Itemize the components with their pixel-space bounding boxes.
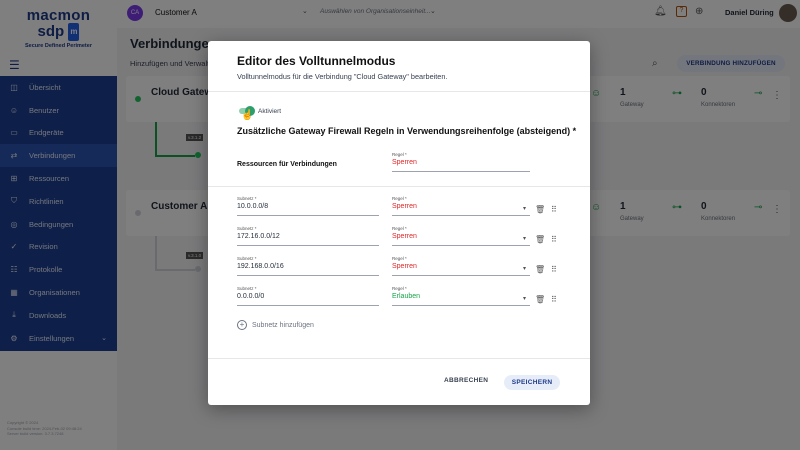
field-label: Regel *	[392, 286, 407, 291]
dialog-title: Editor des Volltunnelmodus	[237, 54, 396, 68]
field-label: Regel *	[392, 196, 407, 201]
save-button[interactable]: SPEICHERN	[504, 375, 560, 390]
rule-select[interactable]: Regel * Sperren ▾	[392, 256, 530, 276]
field-underline	[237, 245, 379, 246]
rule-select[interactable]: Regel * Erlauben ▾	[392, 286, 530, 306]
field-label: Regel *	[392, 226, 407, 231]
drag-handle-icon[interactable]: ⠿	[551, 205, 557, 214]
dropdown-arrow-icon[interactable]: ▾	[523, 205, 526, 212]
field-value: 0.0.0.0/0	[237, 293, 265, 300]
field-underline	[392, 275, 530, 276]
field-underline	[392, 305, 530, 306]
full-tunnel-editor-dialog: Editor des Volltunnelmodus Volltunnelmod…	[208, 41, 590, 405]
field-label: Regel *	[392, 152, 407, 157]
field-underline	[237, 215, 379, 216]
dropdown-arrow-icon[interactable]: ▾	[523, 265, 526, 272]
mouse-cursor-icon: ☝	[241, 110, 254, 121]
field-underline	[237, 305, 379, 306]
field-value: 10.0.0.0/8	[237, 203, 269, 210]
field-underline	[392, 171, 530, 172]
drag-handle-icon[interactable]: ⠿	[551, 295, 557, 304]
resources-rule-select[interactable]: Regel * Sperren	[392, 152, 530, 172]
field-value: Sperren	[392, 263, 417, 270]
field-value: Sperren	[392, 233, 417, 240]
toggle-label: Aktiviert	[258, 108, 282, 115]
subnet-input[interactable]: Subnetz * 172.16.0.0/12	[237, 226, 379, 246]
subnet-input[interactable]: Subnetz * 10.0.0.0/8	[237, 196, 379, 216]
rule-select[interactable]: Regel * Sperren ▾	[392, 196, 530, 216]
divider	[208, 91, 590, 92]
drag-handle-icon[interactable]: ⠿	[551, 235, 557, 244]
field-underline	[392, 245, 530, 246]
cancel-button[interactable]: ABBRECHEN	[444, 377, 488, 384]
trash-icon[interactable]: 🗑︎	[535, 205, 545, 214]
field-label: Subnetz *	[237, 256, 257, 261]
add-subnet-label: Subnetz hinzufügen	[252, 321, 314, 329]
subnet-input[interactable]: Subnetz * 0.0.0.0/0	[237, 286, 379, 306]
rule-select[interactable]: Regel * Sperren ▾	[392, 226, 530, 246]
field-value: Erlauben	[392, 293, 421, 300]
resources-label: Ressourcen für Verbindungen	[237, 161, 337, 168]
drag-handle-icon[interactable]: ⠿	[551, 265, 557, 274]
field-underline	[237, 275, 379, 276]
field-label: Regel *	[392, 256, 407, 261]
dialog-subtitle: Volltunnelmodus für die Verbindung "Clou…	[237, 72, 448, 81]
add-subnet-button[interactable]: + Subnetz hinzufügen	[237, 320, 314, 330]
section-title: Zusätzliche Gateway Firewall Regeln in V…	[237, 126, 577, 136]
dropdown-arrow-icon[interactable]: ▾	[523, 235, 526, 242]
divider	[208, 358, 590, 359]
field-value: Sperren	[392, 203, 417, 210]
trash-icon[interactable]: 🗑︎	[535, 235, 545, 244]
subnet-input[interactable]: Subnetz * 192.168.0.0/16	[237, 256, 379, 276]
dropdown-arrow-icon[interactable]: ▾	[523, 295, 526, 302]
field-value: Sperren	[392, 159, 417, 166]
plus-circle-icon: +	[237, 320, 247, 330]
field-label: Subnetz *	[237, 226, 257, 231]
field-value: 172.16.0.0/12	[237, 233, 280, 240]
divider	[208, 186, 590, 187]
field-underline	[392, 215, 530, 216]
trash-icon[interactable]: 🗑︎	[535, 265, 545, 274]
field-label: Subnetz *	[237, 196, 257, 201]
field-label: Subnetz *	[237, 286, 257, 291]
trash-icon[interactable]: 🗑︎	[535, 295, 545, 304]
field-value: 192.168.0.0/16	[237, 263, 284, 270]
